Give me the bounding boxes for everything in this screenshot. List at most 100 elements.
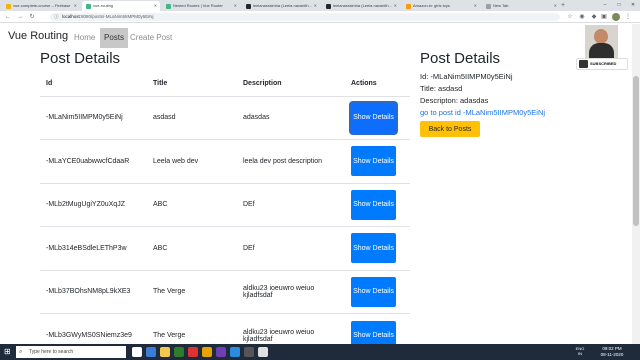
cell-title: The Verge	[147, 269, 237, 314]
app-navbar: Vue Routing Home Posts Create Post	[0, 26, 420, 50]
show-details-button[interactable]: Show Details	[351, 233, 396, 264]
page-content: Vue Routing Home Posts Create Post Post …	[0, 24, 640, 344]
table-row: -MLb2tMugUgiYZ0uXqJZ ABC DEf Show Details	[40, 182, 410, 227]
table-row: -MLb3GWyMS0SNiemz3e9 The Verge aldku23 ioe…	[40, 313, 410, 344]
extension-icon[interactable]: ◉	[578, 13, 586, 21]
reload-icon[interactable]: ↻	[27, 12, 37, 22]
extension-icon-2[interactable]: ◆	[590, 13, 598, 21]
cell-title: Leela web dev	[147, 139, 237, 183]
extension-icon-3[interactable]: ▣	[600, 13, 608, 21]
scrollbar-thumb[interactable]	[633, 76, 639, 226]
tab-close-icon[interactable]: ✕	[74, 1, 77, 11]
browser-tab[interactable]: leelanarasimha (Leela navanith… ✕	[242, 1, 320, 11]
tab-close-icon[interactable]: ✕	[314, 1, 317, 11]
tab-favicon-icon	[326, 4, 331, 9]
browser-tab[interactable]: Amazon.in: girls toys ✕	[402, 1, 480, 11]
go-to-post-link[interactable]: go to post id -MLaNim5IIMPM0y5EiNj	[420, 108, 545, 117]
cell-actions: Show Details	[345, 226, 410, 270]
app-icon-purple[interactable]	[216, 347, 226, 357]
kebab-menu-icon[interactable]: ⋮	[624, 13, 632, 21]
cell-id: -MLb314eBSdleLEThP3w	[40, 226, 147, 270]
url-path: :8080/posts/-MLaNim5IIMPM0y5EiNj	[79, 14, 154, 19]
show-details-button[interactable]: Show Details	[351, 320, 396, 344]
posts-heading: Post Details	[40, 50, 121, 67]
maximize-icon[interactable]: □	[612, 0, 626, 11]
table-header-row: Id Title Description Actions	[40, 72, 410, 97]
cell-id: -MLb2tMugUgiYZ0uXqJZ	[40, 182, 147, 227]
cell-actions: Show Details	[345, 182, 410, 227]
webcam-overlay	[585, 25, 618, 58]
browser-tab-strip: vue-complete-course – Firebase ✕ vue-routi…	[0, 0, 640, 11]
show-details-button[interactable]: Show Details	[351, 102, 396, 133]
cell-description: leela dev post description	[237, 139, 345, 183]
tab-close-icon[interactable]: ✕	[154, 1, 157, 11]
app-brand[interactable]: Vue Routing	[8, 30, 68, 42]
tab-close-icon[interactable]: ✕	[394, 1, 397, 11]
page-scrollbar[interactable]	[632, 24, 640, 344]
tab-favicon-icon	[166, 4, 171, 9]
back-to-posts-button[interactable]: Back to Posts	[420, 121, 480, 137]
clock-time: 09:02 PM	[602, 346, 622, 351]
taskbar-clock[interactable]: 09:02 PM 08-11-2020	[598, 346, 626, 358]
show-details-button[interactable]: Show Details	[351, 276, 396, 307]
cell-actions: Show Details	[345, 139, 410, 183]
task-view-icon[interactable]	[132, 347, 142, 357]
tab-title: New Tab	[493, 3, 509, 8]
terminal-icon[interactable]	[244, 347, 254, 357]
edge-icon[interactable]	[146, 347, 156, 357]
presenter-body	[589, 43, 614, 58]
forward-icon[interactable]: →	[15, 12, 25, 22]
cell-description: aldku23 ioeuwro weiuo kjladfsdaf	[237, 269, 345, 314]
nav-home-link[interactable]: Home	[70, 28, 99, 48]
app-icon-white[interactable]	[258, 347, 268, 357]
search-icon: ⌕	[19, 349, 23, 355]
cell-description: DEf	[237, 226, 345, 270]
tab-favicon-icon	[86, 4, 91, 9]
windows-start-icon[interactable]: ⊞	[4, 348, 12, 356]
tab-favicon-icon	[486, 4, 491, 9]
minimize-icon[interactable]: –	[598, 0, 612, 11]
url-host: localhost	[62, 14, 80, 19]
browser-tab[interactable]: New Tab ✕	[482, 1, 560, 11]
chrome-icon[interactable]	[202, 347, 212, 357]
taskbar-search-input[interactable]: ⌕ Type here to search	[16, 346, 126, 358]
close-window-icon[interactable]: ✕	[626, 0, 640, 11]
nav-create-post-link[interactable]: Create Post	[126, 28, 176, 48]
posts-table: Id Title Description Actions -MLaNim5IIM…	[40, 72, 410, 344]
file-explorer-icon[interactable]	[160, 347, 170, 357]
tab-title: Nested Routes | Vue Router	[173, 3, 223, 8]
tab-favicon-icon	[6, 4, 11, 9]
show-details-button[interactable]: Show Details	[351, 189, 396, 220]
vscode-icon[interactable]	[230, 347, 240, 357]
address-bar-input[interactable]: ⓘ localhost:8080/posts/-MLaNim5IIMPM0y5E…	[50, 13, 560, 21]
cell-actions: Show Details	[345, 313, 410, 344]
nav-posts-link[interactable]: Posts	[100, 28, 129, 48]
table-row: -MLaNim5IIMPM0y5EiNj asdasd adasdas Show De…	[40, 95, 410, 140]
cell-description: DEf	[237, 182, 345, 227]
browser-tab[interactable]: Nested Routes | Vue Router ✕	[162, 1, 240, 11]
star-icon[interactable]: ☆	[566, 13, 574, 21]
cell-description: adasdas	[237, 95, 345, 140]
tab-close-icon[interactable]: ✕	[554, 1, 557, 11]
table-row: -MLb314eBSdleLEThP3w ABC DEf Show Details	[40, 226, 410, 270]
taskbar-search-placeholder: Type here to search	[29, 349, 74, 355]
language-indicator[interactable]: ENG IN	[574, 346, 586, 356]
posts-table-body: -MLaNim5IIMPM0y5EiNj asdasd adasdas Show De…	[40, 95, 410, 344]
back-icon[interactable]: ←	[3, 12, 13, 22]
browser-tab[interactable]: vue-routing ✕	[82, 1, 160, 11]
detail-title: Title: asdasd	[420, 84, 463, 93]
region-label: IN	[578, 351, 582, 356]
info-icon[interactable]: ⓘ	[54, 13, 59, 21]
browser-tab[interactable]: leelanarasimha (Leela navanith… ✕	[322, 1, 400, 11]
tab-close-icon[interactable]: ✕	[234, 1, 237, 11]
tab-close-icon[interactable]: ✕	[474, 1, 477, 11]
new-tab-button[interactable]: +	[561, 0, 565, 11]
cell-id: -MLb3GWyMS0SNiemz3e9	[40, 313, 147, 344]
cell-actions: Show Details	[345, 95, 410, 140]
profile-avatar[interactable]	[612, 13, 620, 21]
show-details-button[interactable]: Show Details	[351, 146, 396, 177]
store-icon[interactable]	[174, 347, 184, 357]
app-icon-red[interactable]	[188, 347, 198, 357]
browser-tab[interactable]: vue-complete-course – Firebase ✕	[2, 1, 80, 11]
cell-title: The Verge	[147, 313, 237, 344]
